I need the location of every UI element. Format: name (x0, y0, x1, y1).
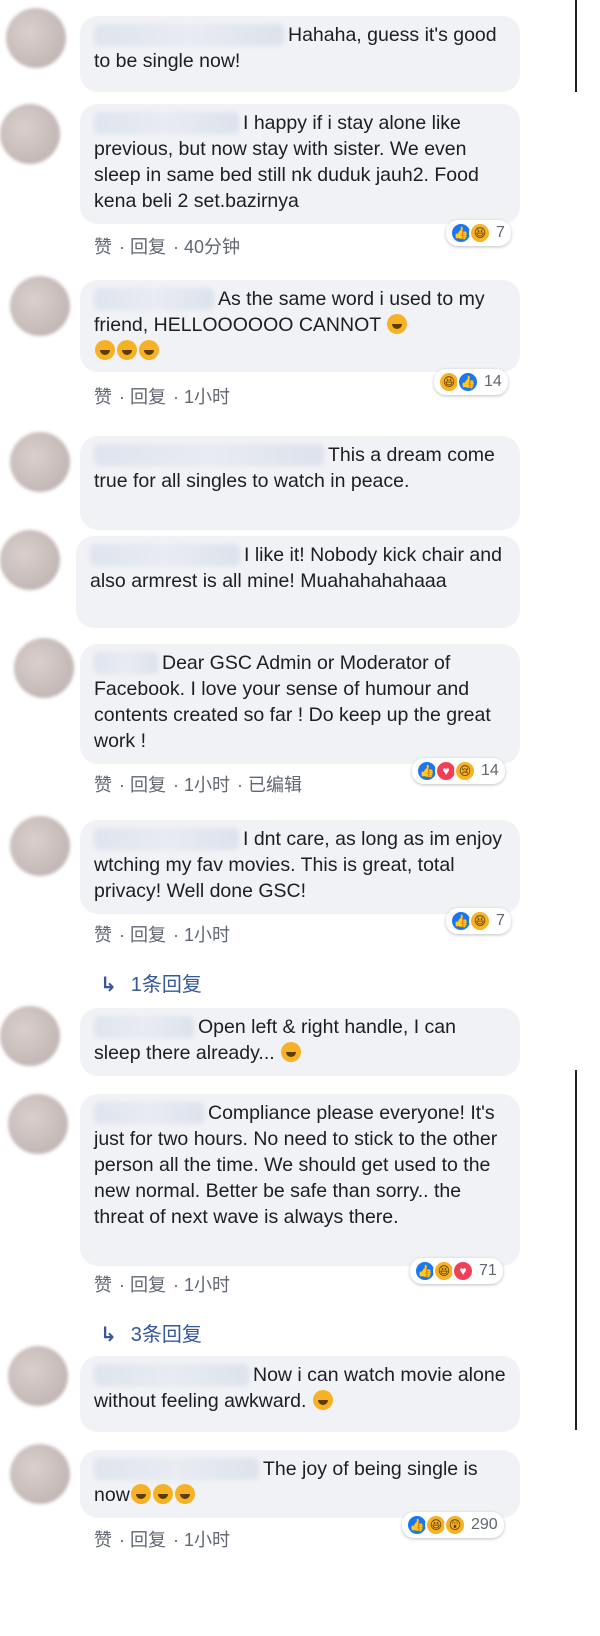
timestamp[interactable]: 40分钟 (184, 237, 240, 257)
timestamp[interactable]: 1小时 (184, 925, 230, 945)
comment-actions: 赞 · 回复 · 1小时 · 已编辑 (94, 775, 303, 795)
laughing-crying-emoji (387, 314, 408, 334)
commenter-name[interactable] (94, 112, 239, 134)
reaction-summary[interactable]: 👍 😆 😲 290 (402, 1512, 504, 1538)
haha-icon: 😆 (469, 910, 491, 932)
laughing-crying-emoji (130, 1484, 151, 1504)
sad-icon: 😢 (454, 760, 476, 782)
commenter-name[interactable] (94, 1364, 249, 1386)
reaction-count: 14 (481, 762, 499, 779)
reaction-summary[interactable]: 😆 👍 14 (434, 369, 508, 395)
scrollbar-edge (575, 1070, 577, 1430)
view-replies-link[interactable]: ↳ 1条回复 (100, 968, 202, 997)
comment-bubble: I like it! Nobody kick chair and also ar… (76, 536, 520, 628)
commenter-name[interactable] (94, 24, 284, 46)
reply-button[interactable]: 回复 (130, 775, 166, 795)
commenter-name[interactable] (94, 1458, 259, 1480)
laughing-emoji (312, 1390, 333, 1410)
timestamp[interactable]: 1小时 (184, 1275, 230, 1295)
timestamp[interactable]: 1小时 (184, 387, 230, 407)
comment-bubble: This a dream come true for all singles t… (80, 436, 520, 530)
reaction-count: 71 (479, 1262, 497, 1279)
reaction-summary[interactable]: 👍 😆 ♥ 71 (410, 1258, 503, 1284)
reaction-count: 290 (471, 1516, 498, 1533)
avatar[interactable] (8, 1094, 68, 1154)
timestamp[interactable]: 1小时 (184, 1530, 230, 1550)
comment-bubble: Hahaha, guess it's good to be single now… (80, 16, 520, 92)
reaction-count: 7 (496, 224, 505, 241)
like-button[interactable]: 赞 (94, 1530, 112, 1550)
avatar[interactable] (14, 638, 74, 698)
laughing-emoji (281, 1042, 302, 1062)
reaction-count: 7 (496, 912, 505, 929)
comment-actions: 赞 · 回复 · 1小时 (94, 1275, 231, 1295)
comment-bubble: The joy of being single is now (80, 1450, 520, 1518)
laughing-crying-emoji (152, 1484, 173, 1504)
reply-arrow-icon: ↳ (100, 974, 117, 996)
commenter-name[interactable] (94, 1102, 204, 1124)
like-button[interactable]: 赞 (94, 237, 112, 257)
like-button[interactable]: 赞 (94, 925, 112, 945)
reaction-summary[interactable]: 👍 ♥ 😢 14 (412, 758, 505, 784)
reply-button[interactable]: 回复 (130, 1275, 166, 1295)
wow-icon: 😲 (444, 1514, 466, 1536)
avatar[interactable] (10, 276, 70, 336)
avatar[interactable] (10, 432, 70, 492)
avatar[interactable] (0, 104, 60, 164)
commenter-name[interactable] (94, 1016, 194, 1038)
comment-bubble: I dnt care, as long as im enjoy wtching … (80, 820, 520, 914)
comment-bubble: As the same word i used to my friend, HE… (80, 280, 520, 372)
laughing-crying-emoji (139, 340, 159, 360)
reaction-count: 14 (484, 373, 502, 390)
haha-icon: 😆 (469, 222, 491, 244)
reply-button[interactable]: 回复 (130, 925, 166, 945)
like-button[interactable]: 赞 (94, 1275, 112, 1295)
comment-actions: 赞 · 回复 · 40分钟 (94, 237, 241, 257)
comment-actions: 赞 · 回复 · 1小时 (94, 387, 231, 407)
love-icon: ♥ (452, 1260, 474, 1282)
commenter-name[interactable] (90, 544, 240, 566)
comment-bubble: Now i can watch movie alone without feel… (80, 1356, 520, 1432)
comment-actions: 赞 · 回复 · 1小时 (94, 1530, 231, 1550)
timestamp[interactable]: 1小时 (184, 775, 230, 795)
avatar[interactable] (8, 1346, 68, 1406)
reply-arrow-icon: ↳ (100, 1324, 117, 1346)
comment-bubble: Dear GSC Admin or Moderator of Facebook.… (80, 644, 520, 764)
comment-actions: 赞 · 回复 · 1小时 (94, 925, 231, 945)
like-button[interactable]: 赞 (94, 387, 112, 407)
reaction-summary[interactable]: 👍 😆 7 (446, 220, 511, 246)
avatar[interactable] (6, 8, 66, 68)
like-button[interactable]: 赞 (94, 775, 112, 795)
laughing-crying-emoji (174, 1484, 195, 1504)
avatar[interactable] (10, 1444, 70, 1504)
reply-button[interactable]: 回复 (130, 237, 166, 257)
laughing-crying-emoji (95, 340, 115, 360)
commenter-name[interactable] (94, 288, 214, 310)
avatar[interactable] (0, 1006, 60, 1066)
commenter-name[interactable] (94, 828, 239, 850)
commenter-name[interactable] (94, 652, 158, 674)
reply-button[interactable]: 回复 (130, 387, 166, 407)
avatar[interactable] (0, 530, 60, 590)
avatar[interactable] (10, 816, 70, 876)
scrollbar-edge (575, 0, 577, 92)
edited-label: 已编辑 (248, 775, 303, 795)
like-icon: 👍 (457, 371, 479, 393)
reply-button[interactable]: 回复 (130, 1530, 166, 1550)
commenter-name[interactable] (94, 444, 324, 466)
comment-bubble: Open left & right handle, I can sleep th… (80, 1008, 520, 1076)
comment-bubble: I happy if i stay alone like previous, b… (80, 104, 520, 224)
reaction-summary[interactable]: 👍 😆 7 (446, 908, 511, 934)
laughing-crying-emoji (117, 340, 137, 360)
view-replies-link[interactable]: ↳ 3条回复 (100, 1318, 202, 1347)
comment-bubble: Compliance please everyone! It's just fo… (80, 1094, 520, 1266)
